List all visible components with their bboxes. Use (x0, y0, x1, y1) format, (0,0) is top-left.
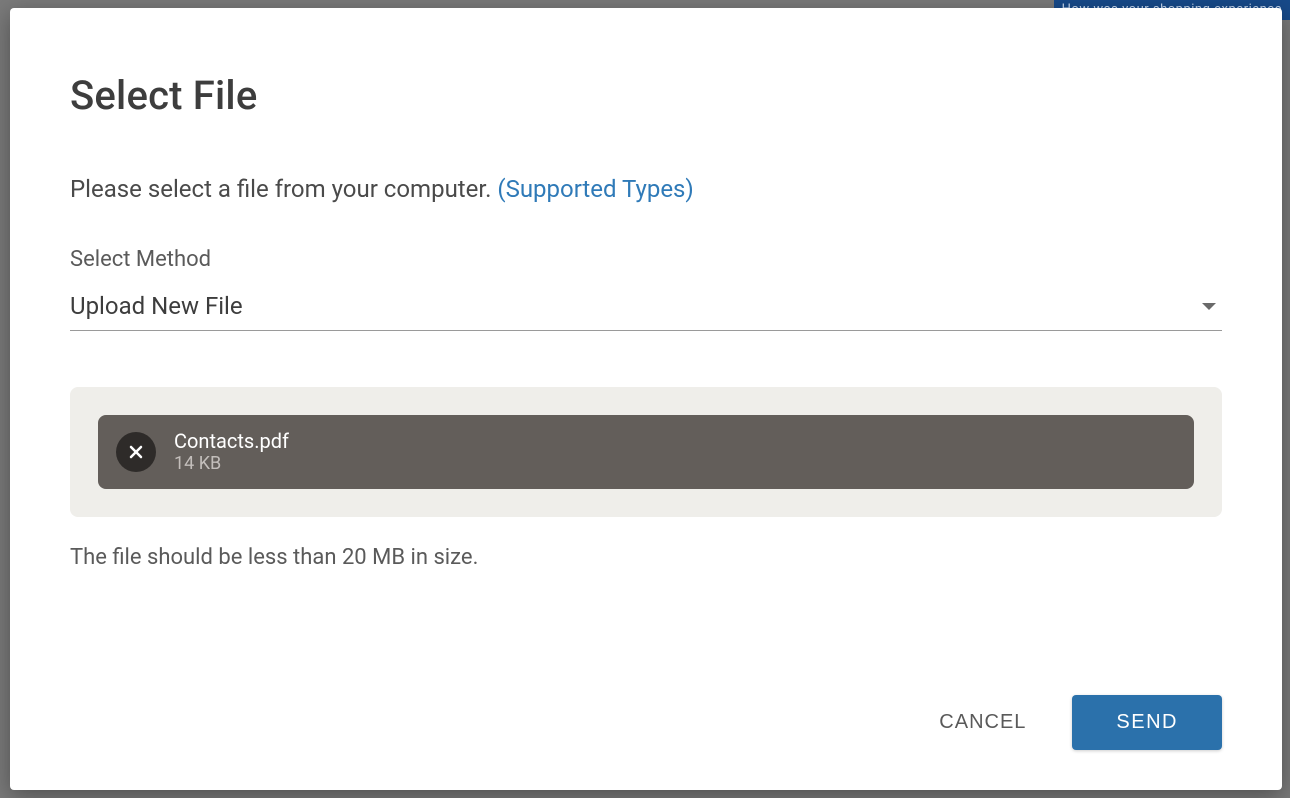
modal-title: Select File (70, 72, 1222, 119)
file-dropzone[interactable]: Contacts.pdf 14 KB (70, 387, 1222, 517)
file-meta: Contacts.pdf 14 KB (174, 429, 289, 475)
modal-actions: CANCEL SEND (70, 695, 1222, 750)
uploaded-file-row: Contacts.pdf 14 KB (98, 415, 1194, 489)
supported-types-link[interactable]: (Supported Types) (497, 175, 693, 203)
remove-file-button[interactable] (116, 432, 156, 472)
select-file-modal: Select File Please select a file from yo… (10, 8, 1282, 790)
cancel-button[interactable]: CANCEL (933, 697, 1032, 748)
send-button[interactable]: SEND (1072, 695, 1222, 750)
file-name: Contacts.pdf (174, 429, 289, 453)
file-size-hint: The file should be less than 20 MB in si… (70, 545, 1222, 570)
select-method-value: Upload New File (70, 292, 243, 320)
intro-text: Please select a file from your computer.… (70, 175, 1222, 203)
intro-text-static: Please select a file from your computer. (70, 175, 497, 203)
select-method-label: Select Method (70, 247, 1222, 272)
file-size: 14 KB (174, 453, 289, 475)
close-icon (128, 444, 144, 460)
select-method-dropdown[interactable]: Upload New File (70, 292, 1222, 331)
chevron-down-icon (1202, 303, 1216, 310)
